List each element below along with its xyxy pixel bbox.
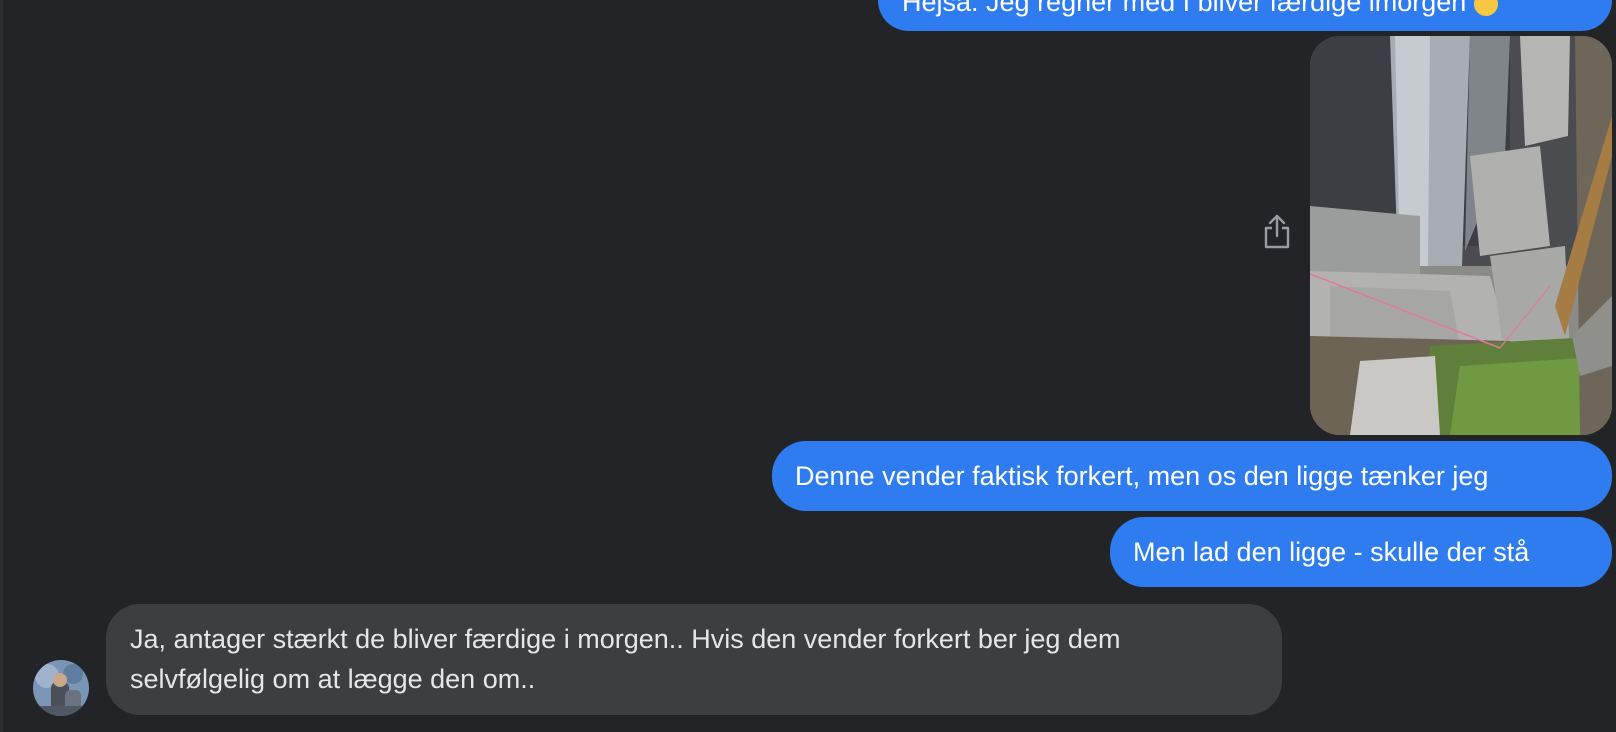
incoming-message-bubble[interactable]: Ja, antager stærkt de bliver færdige i m…	[106, 604, 1282, 715]
outgoing-message-bubble[interactable]: Denne vender faktisk forkert, men os den…	[772, 441, 1612, 511]
conversation-view: Hejsa. Jeg regner med I bliver færdige i…	[0, 0, 1616, 732]
message-text: Men lad den ligge - skulle der stå	[1133, 537, 1530, 567]
message-image[interactable]	[1310, 36, 1612, 435]
contact-avatar[interactable]	[33, 660, 89, 716]
outgoing-message-bubble[interactable]: Men lad den ligge - skulle der stå	[1110, 517, 1612, 587]
share-icon[interactable]	[1262, 214, 1292, 250]
message-text: Hejsa. Jeg regner med I bliver færdige i…	[902, 0, 1467, 17]
pane-divider	[0, 0, 3, 732]
message-text: Ja, antager stærkt de bliver færdige i m…	[130, 624, 1121, 694]
message-text: Denne vender faktisk forkert, men os den…	[795, 461, 1489, 491]
outgoing-message-bubble[interactable]: Hejsa. Jeg regner med I bliver færdige i…	[878, 0, 1612, 31]
thumbs-up-emoji-icon	[1474, 0, 1499, 16]
